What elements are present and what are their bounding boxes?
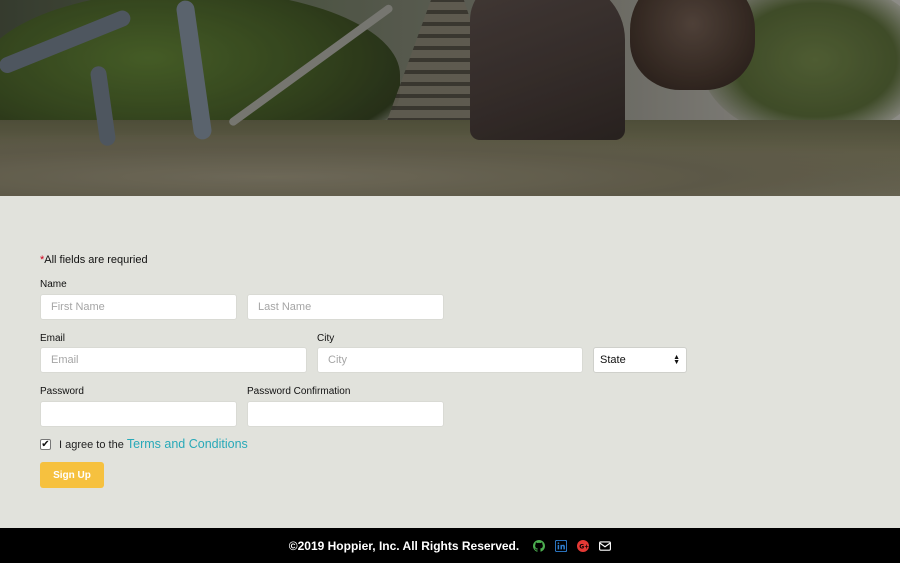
github-icon[interactable] (533, 539, 546, 552)
password-confirmation-input[interactable] (247, 401, 444, 427)
password-label: Password (40, 386, 84, 397)
checkmark-icon: ✔ (41, 438, 50, 450)
hero-image (0, 0, 900, 196)
state-select-value: State (600, 354, 626, 366)
city-label: City (317, 333, 335, 344)
required-note: *All fields are requried (40, 254, 148, 266)
svg-text:G+: G+ (579, 543, 589, 550)
required-note-text: All fields are requried (44, 254, 148, 266)
email-label: Email (40, 333, 66, 344)
terms-agreement: I agree to the Terms and Conditions (59, 437, 248, 451)
state-select[interactable]: State ▲ ▼ (593, 347, 687, 373)
linkedin-icon[interactable] (555, 539, 568, 552)
copyright-text: ©2019 Hoppier, Inc. All Rights Reserved. (288, 538, 520, 553)
name-label: Name (40, 279, 67, 290)
sign-up-button[interactable]: Sign Up (40, 462, 104, 488)
city-input[interactable] (317, 347, 583, 373)
last-name-input[interactable] (247, 294, 444, 320)
select-arrows-icon: ▲ ▼ (673, 354, 680, 366)
email-input[interactable] (40, 347, 307, 373)
footer: ©2019 Hoppier, Inc. All Rights Reserved.… (0, 528, 900, 563)
first-name-input[interactable] (40, 294, 237, 320)
agree-text: I agree to the (59, 439, 124, 451)
terms-link[interactable]: Terms and Conditions (127, 437, 248, 451)
terms-checkbox[interactable]: ✔ (40, 439, 51, 450)
google-plus-icon[interactable]: G+ (577, 539, 590, 552)
envelope-icon[interactable] (599, 540, 612, 552)
hero-overlay (0, 0, 900, 196)
password-confirmation-label: Password Confirmation (247, 386, 351, 397)
password-input[interactable] (40, 401, 237, 427)
